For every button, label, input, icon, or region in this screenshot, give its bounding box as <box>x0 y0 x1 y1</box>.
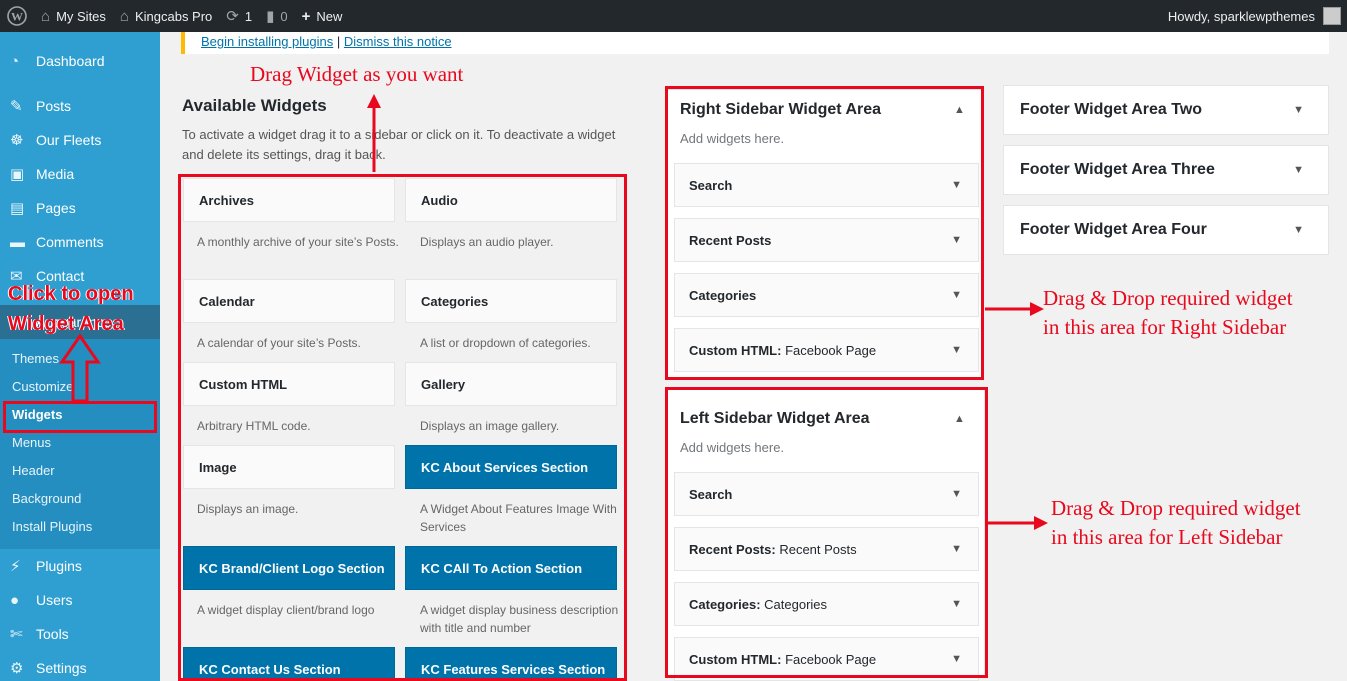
comments-count: 0 <box>280 8 288 24</box>
sidebar-item-label: Posts <box>36 98 72 114</box>
plugin-icon: ⚡ <box>10 558 21 575</box>
annotation-widgets-menu-box <box>3 401 157 433</box>
submenu-menus[interactable]: Menus <box>12 435 51 450</box>
submenu-background[interactable]: Background <box>12 491 81 506</box>
pages-icon: ▤ <box>10 200 25 217</box>
annotation-right-line2: in this area for Right Sidebar <box>1043 315 1287 339</box>
annotation-click-open-line1: Click to open <box>8 283 134 305</box>
arrow-right-sidebar <box>985 302 1044 316</box>
footer-area-three[interactable]: Footer Widget Area Three ▼ <box>1003 145 1329 195</box>
site-name-menu[interactable]: ⌂ Kingcabs Pro <box>113 0 219 32</box>
updates-count: 1 <box>244 8 253 24</box>
annotation-left-sidebar-box <box>665 387 988 678</box>
submenu-header[interactable]: Header <box>12 463 55 478</box>
submenu-install-plugins[interactable]: Install Plugins <box>12 519 92 534</box>
expand-arrow-icon[interactable]: ▼ <box>1293 164 1304 176</box>
comment-bubble-icon: ▮ <box>266 8 275 25</box>
sidebar-item-users[interactable]: ● Users <box>0 583 160 617</box>
sidebar-item-label: Plugins <box>36 558 82 574</box>
media-icon: ▣ <box>10 166 25 183</box>
sidebar-item-comments[interactable]: ▬ Comments <box>0 225 160 259</box>
sidebar-item-label: Dashboard <box>36 53 105 69</box>
sidebar-item-pages[interactable]: ▤ Pages <box>0 191 160 225</box>
annotation-right-line1: Drag & Drop required widget <box>1043 286 1293 310</box>
sidebar-item-label: Settings <box>36 660 87 676</box>
notice-separator: | <box>336 34 341 49</box>
footer-area-title: Footer Widget Area Two <box>1020 101 1203 118</box>
settings-icon: ⚙ <box>10 660 24 677</box>
comment-icon: ▬ <box>10 233 25 251</box>
sidebar-item-posts[interactable]: ✎ Posts <box>0 89 160 123</box>
my-account-menu[interactable]: Howdy, sparklewpthemes <box>1161 0 1347 32</box>
annotation-click-open-line2: Widget Area <box>8 313 124 335</box>
wordpress-logo-icon[interactable]: W <box>0 0 34 32</box>
available-widgets-description: To activate a widget drag it to a sideba… <box>182 127 616 162</box>
dashboard-icon: ◔ <box>10 52 20 70</box>
sidebar-item-label: Users <box>36 592 73 608</box>
annotation-left-line1: Drag & Drop required widget <box>1051 496 1301 520</box>
sidebar-item-plugins[interactable]: ⚡ Plugins <box>0 549 160 583</box>
site-name-label: Kingcabs Pro <box>134 8 213 24</box>
sidebar-item-dashboard[interactable]: ◔ Dashboard <box>0 44 160 78</box>
updates-menu[interactable]: ⟳ 1 <box>219 0 259 32</box>
home-icon: ⌂ <box>119 7 129 25</box>
sidebar-item-media[interactable]: ▣ Media <box>0 157 160 191</box>
my-sites-label: My Sites <box>56 8 106 24</box>
begin-installing-link[interactable]: Begin installing plugins <box>201 34 333 49</box>
avatar <box>1323 7 1341 25</box>
plugin-notice: Begin installing plugins | Dismiss this … <box>181 32 1329 54</box>
footer-area-two[interactable]: Footer Widget Area Two ▼ <box>1003 85 1329 135</box>
annotation-available-widgets-box <box>178 174 627 681</box>
sidebar-item-settings[interactable]: ⚙ Settings <box>0 651 160 681</box>
sidebar-item-label: Pages <box>36 200 76 216</box>
annotation-right-sidebar-box <box>665 86 984 380</box>
footer-area-title: Footer Widget Area Four <box>1020 221 1207 238</box>
available-widgets-heading: Available Widgets <box>182 96 327 115</box>
comments-menu[interactable]: ▮ 0 <box>259 0 295 32</box>
svg-text:W: W <box>11 10 23 24</box>
sidebar-item-label: Media <box>36 166 75 182</box>
expand-arrow-icon[interactable]: ▼ <box>1293 104 1304 116</box>
footer-area-four[interactable]: Footer Widget Area Four ▼ <box>1003 205 1329 255</box>
sidebar-item-our-fleets[interactable]: ☸ Our Fleets <box>0 123 160 157</box>
sidebar-item-tools[interactable]: ✄ Tools <box>0 617 160 651</box>
users-icon: ● <box>10 591 20 609</box>
my-sites-icon: ⌂ <box>41 7 51 25</box>
appearance-submenu: Themes Customize Widgets Menus Header Ba… <box>0 339 160 549</box>
sidebar-item-label: Our Fleets <box>36 132 102 148</box>
admin-bar: W ⌂ My Sites ⌂ Kingcabs Pro ⟳ 1 ▮ 0 + Ne… <box>0 0 1347 32</box>
my-sites-menu[interactable]: ⌂ My Sites <box>34 0 113 32</box>
arrow-left-sidebar <box>988 516 1048 530</box>
dismiss-notice-link[interactable]: Dismiss this notice <box>344 34 452 49</box>
groups-icon: ☸ <box>10 132 24 149</box>
sidebar-item-label: Comments <box>36 234 104 250</box>
annotation-drag-widget: Drag Widget as you want <box>250 62 464 86</box>
new-content-menu[interactable]: + New <box>295 0 350 32</box>
plus-icon: + <box>301 7 311 25</box>
howdy-label: Howdy, sparklewpthemes <box>1167 8 1315 24</box>
submenu-themes[interactable]: Themes <box>12 351 59 366</box>
updates-icon: ⟳ <box>226 8 239 25</box>
sidebar-item-label: Tools <box>36 626 69 642</box>
footer-area-title: Footer Widget Area Three <box>1020 161 1215 178</box>
expand-arrow-icon[interactable]: ▼ <box>1293 224 1304 236</box>
new-label: New <box>316 8 343 24</box>
annotation-left-line2: in this area for Left Sidebar <box>1051 525 1283 549</box>
tools-icon: ✄ <box>10 626 23 643</box>
pin-icon: ✎ <box>10 98 23 115</box>
submenu-customize[interactable]: Customize <box>12 379 73 394</box>
